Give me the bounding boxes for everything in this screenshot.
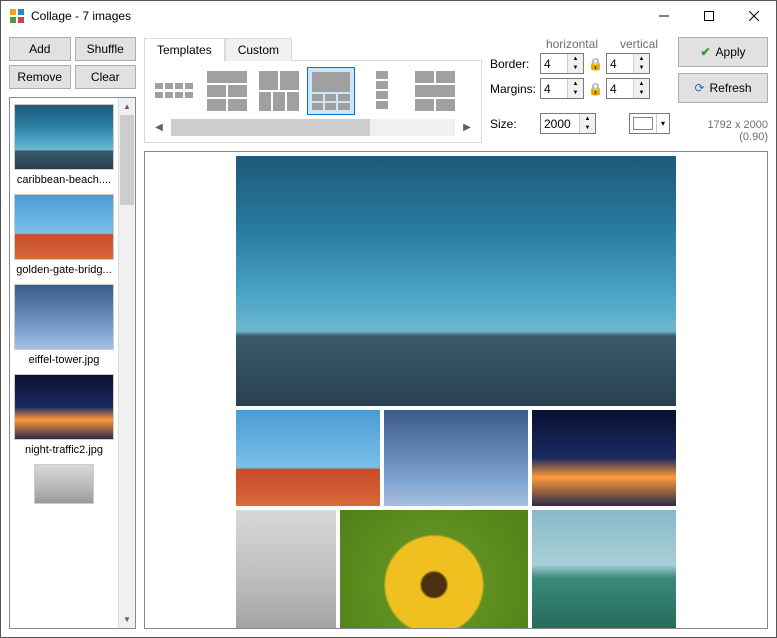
collage-cell[interactable] [340,510,528,629]
maximize-button[interactable] [686,1,731,31]
scroll-down-icon[interactable]: ▼ [119,611,135,628]
vertical-label: vertical [620,37,658,51]
tab-custom[interactable]: Custom [225,38,292,61]
background-color-picker[interactable]: ▾ [629,113,670,134]
template-1[interactable] [151,67,199,115]
thumbnail-item[interactable]: caribbean-beach.... [10,102,118,192]
size-spinner[interactable]: ▲▼ [540,113,596,134]
remove-button[interactable]: Remove [9,65,71,89]
add-button[interactable]: Add [9,37,71,61]
close-button[interactable] [731,1,776,31]
template-4[interactable] [307,67,355,115]
thumbnail-caption: night-traffic2.jpg [14,444,114,456]
thumbnail-image [14,284,114,350]
lock-icon[interactable]: 🔒 [588,82,602,96]
thumbnail-image [14,374,114,440]
thumbnail-item[interactable]: eiffel-tower.jpg [10,282,118,372]
lock-icon[interactable]: 🔒 [588,57,602,71]
thumbnail-image [34,464,94,504]
collage-preview [144,151,768,629]
status-text: 1792 x 2000 (0.90) [678,119,768,143]
thumbnail-image [14,194,114,260]
margins-horizontal-spinner[interactable]: ▲▼ [540,78,584,99]
collage-cell[interactable] [532,510,676,629]
template-6[interactable] [411,67,459,115]
thumbnail-panel: caribbean-beach.... golden-gate-bridg... e… [9,97,136,629]
minimize-button[interactable] [641,1,686,31]
clear-button[interactable]: Clear [75,65,137,89]
margins-vertical-spinner[interactable]: ▲▼ [606,78,650,99]
titlebar: Collage - 7 images [1,1,776,31]
check-icon: ✔ [700,45,710,59]
size-label: Size: [490,117,536,131]
thumbnail-item[interactable]: golden-gate-bridg... [10,192,118,282]
refresh-button[interactable]: ⟳ Refresh [678,73,768,103]
template-3[interactable] [255,67,303,115]
apply-button[interactable]: ✔ Apply [678,37,768,67]
thumbnail-caption: caribbean-beach.... [14,174,114,186]
collage-cell[interactable] [236,410,380,506]
window-title: Collage - 7 images [31,9,641,23]
scroll-right-icon[interactable]: ▶ [459,122,475,133]
thumbnail-caption: eiffel-tower.jpg [14,354,114,366]
collage-cell[interactable] [236,510,336,629]
border-vertical-spinner[interactable]: ▲▼ [606,53,650,74]
tab-templates[interactable]: Templates [144,38,225,61]
shuffle-button[interactable]: Shuffle [75,37,137,61]
refresh-icon: ⟳ [694,81,704,95]
border-horizontal-spinner[interactable]: ▲▼ [540,53,584,74]
thumbnail-item[interactable] [10,462,118,514]
scrollbar-thumb[interactable] [120,115,134,205]
scroll-left-icon[interactable]: ◀ [151,122,167,133]
template-scrollbar[interactable]: ◀ ▶ [151,119,475,136]
margins-label: Margins: [490,82,536,96]
template-5[interactable] [359,67,407,115]
collage-cell[interactable] [236,156,676,406]
collage-cell[interactable] [532,410,676,506]
thumbnail-caption: golden-gate-bridg... [14,264,114,276]
template-2[interactable] [203,67,251,115]
scroll-up-icon[interactable]: ▲ [119,98,135,115]
horizontal-label: horizontal [546,37,598,51]
thumbnail-scrollbar[interactable]: ▲ ▼ [118,98,135,628]
app-icon [9,8,25,24]
thumbnail-item[interactable]: night-traffic2.jpg [10,372,118,462]
thumbnail-image [14,104,114,170]
border-label: Border: [490,57,536,71]
collage-cell[interactable] [384,410,528,506]
